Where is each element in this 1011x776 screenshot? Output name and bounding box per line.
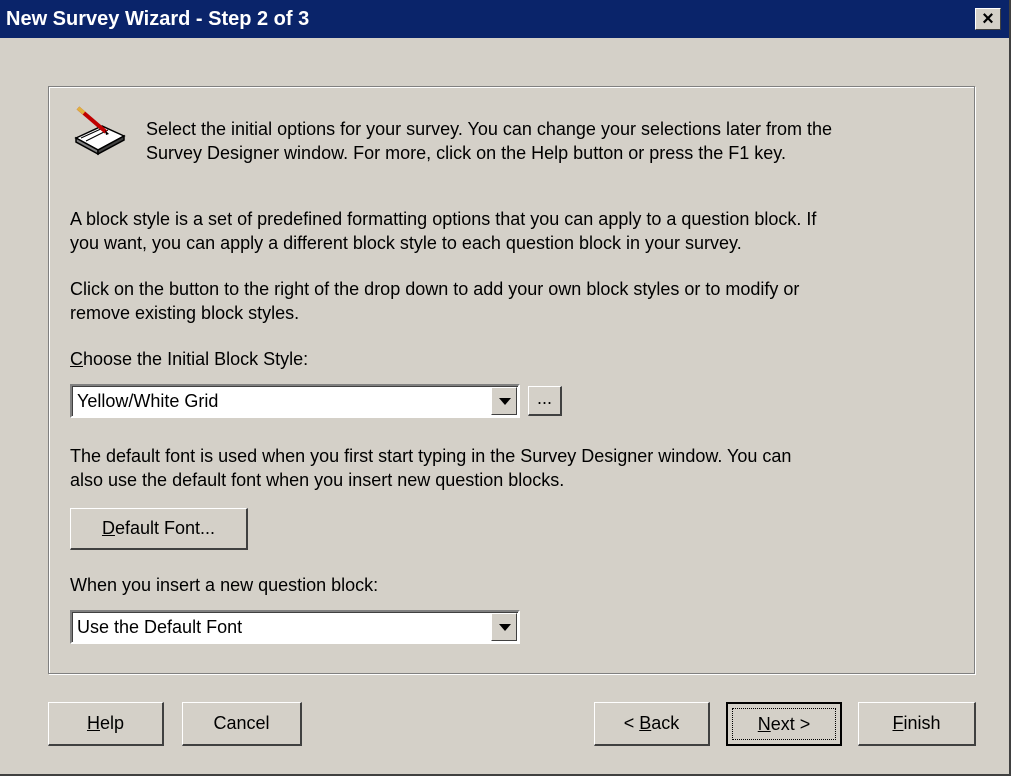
choose-label-rest: hoose the Initial Block Style: (83, 349, 309, 369)
insert-font-dropdown[interactable]: Use the Default Font (70, 610, 520, 644)
default-font-paragraph-line-2: also use the default font when you inser… (70, 470, 565, 490)
back-label-rest: ack (651, 713, 680, 733)
edit-block-styles-label: ... (536, 388, 552, 408)
help-mnemonic: H (86, 713, 100, 733)
help-label-rest: elp (99, 713, 125, 733)
block-style-help-line-1: Click on the button to the right of the … (70, 279, 800, 299)
close-button[interactable]: × (975, 8, 1001, 30)
block-style-paragraph-line-1: A block style is a set of predefined for… (70, 209, 817, 229)
default-font-mnemonic: D (101, 518, 115, 538)
back-mnemonic: B (639, 713, 652, 733)
window-title: New Survey Wizard - Step 2 of 3 (6, 8, 310, 30)
default-font-button[interactable]: Default Font... (70, 508, 248, 550)
block-style-help-line-2: remove existing block styles. (70, 303, 300, 323)
default-font-label-rest: efault Font... (114, 518, 216, 538)
block-style-dropdown[interactable]: Yellow/White Grid (70, 384, 520, 418)
help-button[interactable]: Help (48, 702, 164, 746)
insert-font-selected-value: Use the Default Font (77, 617, 243, 637)
wizard-dialog: New Survey Wizard - Step 2 of 3 × Select… (0, 0, 1011, 776)
title-bar: New Survey Wizard - Step 2 of 3 × (0, 0, 1009, 38)
next-button[interactable]: Next > (726, 702, 842, 746)
block-style-selected-value: Yellow/White Grid (77, 391, 219, 411)
pencil-notepad-icon (74, 106, 126, 156)
cancel-button[interactable]: Cancel (182, 702, 302, 746)
block-style-paragraph-line-2: you want, you can apply a different bloc… (70, 233, 742, 253)
default-font-paragraph-line-1: The default font is used when you first … (70, 446, 792, 466)
back-button[interactable]: < Back (594, 702, 710, 746)
finish-button[interactable]: Finish (858, 702, 976, 746)
choose-block-style-label: Choose the Initial Block Style: (70, 348, 308, 371)
finish-mnemonic: F (892, 713, 904, 733)
back-prefix: < (623, 713, 640, 733)
cancel-label: Cancel (213, 713, 270, 733)
next-mnemonic: N (757, 714, 771, 734)
close-icon: × (982, 8, 994, 30)
next-label-rest: ext > (770, 714, 811, 734)
edit-block-styles-button[interactable]: ... (528, 386, 562, 416)
intro-text-line-1: Select the initial options for your surv… (146, 119, 833, 139)
finish-label-rest: inish (903, 713, 941, 733)
choose-label-mnemonic: C (70, 349, 83, 369)
chevron-down-icon[interactable] (491, 387, 517, 415)
insert-block-label: When you insert a new question block: (70, 575, 379, 595)
intro-text-line-2: Survey Designer window. For more, click … (146, 143, 786, 163)
chevron-down-icon[interactable] (491, 613, 517, 641)
